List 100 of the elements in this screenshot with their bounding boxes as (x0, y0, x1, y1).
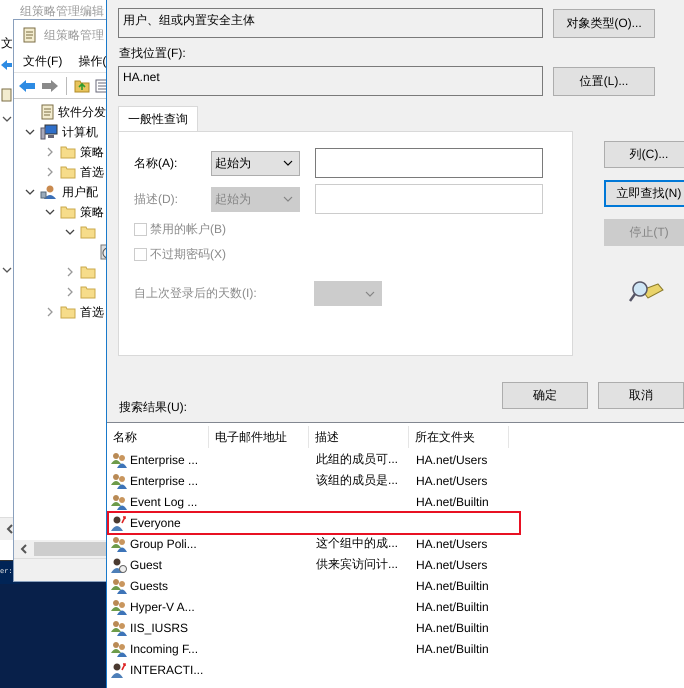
chevron-down-icon[interactable] (65, 228, 75, 236)
chevron-right-icon[interactable] (46, 147, 54, 157)
object-type-field[interactable]: 用户、组或内置安全主体 (118, 8, 543, 38)
chevron-right-icon[interactable] (66, 287, 74, 297)
field-label: 名称(A): (134, 154, 178, 172)
object-types-button[interactable]: 对象类型(O)... (553, 9, 655, 38)
group-icon (111, 598, 127, 614)
table-cell[interactable]: Group Poli... (130, 536, 197, 550)
column-header[interactable]: 名称 (107, 426, 209, 448)
tree-item[interactable]: 策略 (80, 204, 104, 220)
checkbox-label: 不过期密码(X) (150, 246, 226, 262)
table-cell: 此组的成员可... (316, 451, 398, 468)
folder-icon (60, 305, 76, 319)
tree-item[interactable]: 策略 (80, 144, 104, 160)
chevron-down-icon[interactable] (25, 188, 35, 196)
table-cell[interactable]: Guest (130, 558, 162, 572)
window-title: 组策略管理编辑 (20, 3, 104, 20)
chevron-icon[interactable] (2, 266, 12, 274)
table-cell: 该组的成员是... (316, 472, 398, 489)
folder-icon (60, 145, 76, 159)
checkbox-label: 禁用的帐户(B) (150, 220, 226, 238)
table-cell: HA.net/Builtin (416, 620, 489, 634)
table-cell: HA.net/Users (416, 452, 488, 466)
ok-button[interactable]: 确定 (502, 382, 588, 409)
field-label: 描述(D): (134, 190, 179, 208)
up-folder-icon[interactable] (74, 78, 90, 93)
folder-icon (60, 165, 76, 179)
caret-icon (283, 196, 293, 202)
group-icon (111, 452, 127, 468)
group-icon (111, 640, 127, 656)
table-cell[interactable]: INTERACTI... (130, 662, 204, 676)
folder-icon (80, 225, 96, 239)
document-icon (1, 88, 12, 102)
chevron-icon[interactable] (2, 115, 12, 123)
window-title: 组策略管理 (44, 26, 104, 44)
dialog-button[interactable]: 立即查找(N) (604, 180, 684, 207)
chevron-right-icon[interactable] (66, 267, 74, 277)
field-label: 自上次登录后的天数(I): (134, 285, 258, 302)
table-cell[interactable]: Incoming F... (130, 642, 198, 656)
user-icon (111, 662, 127, 678)
chevron-right-icon[interactable] (46, 167, 54, 177)
table-cell: HA.net/Builtin (416, 642, 489, 656)
computer-icon (40, 124, 58, 140)
table-cell: 这个组中的成... (316, 535, 398, 552)
table-cell: HA.net/Builtin (416, 578, 489, 592)
table-cell: HA.net/Builtin (416, 494, 489, 508)
tree-item[interactable]: 软件分发 (58, 104, 106, 120)
input-field[interactable] (315, 184, 543, 214)
column-header[interactable]: 电子邮件地址 (209, 426, 309, 448)
forward-arrow-icon[interactable] (41, 78, 59, 92)
table-cell[interactable]: IIS_IUSRS (130, 620, 188, 634)
caret-icon (365, 290, 375, 296)
table-cell: HA.net/Users (416, 558, 488, 572)
menu-item[interactable]: 文件(F) (23, 52, 62, 70)
table-cell[interactable]: Event Log ... (130, 494, 198, 508)
folder-icon (60, 205, 76, 219)
group-icon (111, 536, 127, 552)
chevron-right-icon[interactable] (46, 307, 54, 317)
back-arrow-icon[interactable] (0, 59, 12, 71)
column-header[interactable]: 描述 (309, 426, 409, 448)
table-cell[interactable]: Hyper-V A... (130, 600, 195, 614)
input-field[interactable] (315, 148, 543, 178)
table-cell[interactable]: Enterprise ... (130, 452, 198, 466)
table-cell[interactable]: Everyone (130, 516, 181, 530)
folder-icon (80, 285, 96, 299)
tree-item[interactable]: 首选 (80, 304, 104, 320)
document-icon (23, 27, 36, 43)
results-label: 搜索结果(U): (119, 399, 188, 416)
menu-item[interactable]: 操作( (78, 52, 106, 70)
chevron-down-icon[interactable] (25, 128, 35, 136)
operator-dropdown[interactable]: 起始为 (211, 150, 300, 176)
group-icon (111, 620, 127, 636)
chevron-down-icon[interactable] (45, 208, 55, 216)
tree-item[interactable]: 首选 (80, 164, 104, 180)
column-header[interactable]: 所在文件夹 (409, 426, 509, 448)
table-cell: 供来宾访问计... (316, 556, 398, 573)
back-arrow-icon[interactable] (18, 78, 36, 92)
query-tab[interactable]: 一般性查询 (118, 106, 198, 131)
folder-icon (80, 265, 96, 279)
dialog-button[interactable]: 列(C)... (604, 141, 684, 168)
table-cell: HA.net/Users (416, 474, 488, 488)
document-icon (40, 104, 54, 120)
menu-item[interactable]: 文 (1, 35, 13, 52)
location-field[interactable]: HA.net (118, 66, 543, 96)
table-cell[interactable]: Guests (130, 578, 168, 592)
user-icon (111, 556, 127, 572)
cancel-button[interactable]: 取消 (598, 382, 684, 409)
field-label: 查找位置(F): (119, 46, 187, 62)
caret-icon (283, 160, 293, 166)
user-icon (40, 184, 58, 200)
tree-item[interactable]: 用户配 (62, 184, 98, 200)
group-icon (111, 472, 127, 488)
group-icon (111, 578, 127, 594)
tree-item[interactable]: 计算机 (62, 124, 98, 140)
group-icon (111, 494, 127, 510)
table-cell[interactable]: Enterprise ... (130, 474, 198, 488)
locations-button[interactable]: 位置(L)... (553, 67, 655, 96)
table-cell: HA.net/Users (416, 536, 488, 550)
table-cell: HA.net/Builtin (416, 600, 489, 614)
user-icon (111, 514, 127, 530)
